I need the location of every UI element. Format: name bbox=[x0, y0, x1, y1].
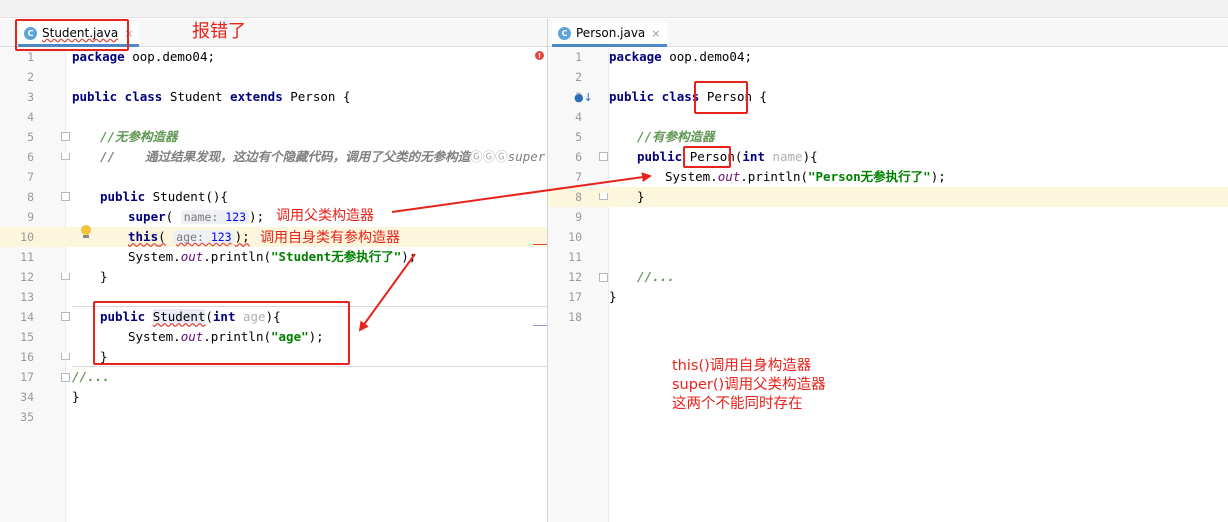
close-icon[interactable]: × bbox=[651, 27, 660, 40]
summary-line-3: 这两个不能同时存在 bbox=[672, 396, 803, 412]
fold-end-icon[interactable] bbox=[61, 353, 70, 360]
code-line: 35 bbox=[20, 410, 34, 424]
window-top-strip bbox=[0, 0, 1228, 18]
warning-stripe bbox=[533, 325, 547, 326]
fold-icon[interactable] bbox=[61, 312, 70, 321]
annotation-error: 报错了 bbox=[192, 21, 246, 42]
lightbulb-icon[interactable] bbox=[80, 225, 92, 239]
tab-student-java[interactable]: C Student.java × bbox=[18, 22, 140, 47]
annotation-summary: this()调用自身构造器 super()调用父类构造器 这两个不能同时存在 bbox=[672, 357, 826, 414]
tab-label: Student.java bbox=[42, 26, 119, 40]
code-line: 4 bbox=[575, 110, 582, 124]
code-line: 2 bbox=[575, 70, 582, 84]
tab-label: Person.java bbox=[576, 26, 646, 40]
fold-icon[interactable] bbox=[61, 192, 70, 201]
param-hint: age: 123 bbox=[173, 230, 235, 244]
implemented-by-icon[interactable]: ●↓ bbox=[574, 91, 593, 104]
code-line: 11 System.out.println("Student无参执行了"); bbox=[20, 249, 417, 264]
method-separator bbox=[72, 366, 547, 367]
code-line: 16} bbox=[20, 349, 108, 364]
fold-end-icon[interactable] bbox=[599, 193, 608, 200]
fold-icon[interactable] bbox=[61, 373, 70, 382]
tab-person-java[interactable]: C Person.java × bbox=[552, 22, 667, 47]
code-line: 10 bbox=[568, 230, 582, 244]
editor-pane-person[interactable]: C Person.java × 1 package oop.demo04; 2 3… bbox=[548, 19, 1228, 522]
summary-line-2: super()调用父类构造器 bbox=[672, 377, 826, 393]
summary-line-1: this()调用自身构造器 bbox=[672, 358, 812, 374]
code-line: 12} bbox=[20, 269, 108, 284]
code-line: 7 System.out.println("Person无参执行了"); bbox=[575, 169, 946, 184]
annotation-call-super: 调用父类构造器 bbox=[276, 208, 374, 224]
code-area-left[interactable]: 1 package oop.demo04; 2 3 public class Stu… bbox=[0, 47, 547, 522]
code-line: 17//... bbox=[20, 369, 110, 384]
code-line: 5//无参构造器 bbox=[27, 129, 178, 144]
tab-bar-right: C Person.java × bbox=[548, 19, 1228, 47]
class-c-icon: C bbox=[558, 26, 571, 40]
code-line: 3 public class Student extends Person { bbox=[27, 89, 351, 104]
code-line: 18 bbox=[568, 310, 582, 324]
fold-icon[interactable] bbox=[61, 132, 70, 141]
code-line: 1 package oop.demo04; bbox=[27, 49, 215, 64]
close-icon[interactable]: × bbox=[124, 27, 133, 40]
code-line: 9 bbox=[575, 210, 582, 224]
code-line: 1 package oop.demo04; bbox=[575, 49, 752, 64]
code-line: 8 public Student(){ bbox=[27, 189, 228, 204]
fold-end-icon[interactable] bbox=[61, 153, 70, 160]
code-line: 9 super( name: 123); bbox=[27, 209, 265, 224]
fold-icon[interactable] bbox=[599, 273, 608, 282]
fold-end-icon[interactable] bbox=[61, 273, 70, 280]
fold-icon[interactable] bbox=[599, 152, 608, 161]
tab-bar-left: C Student.java × bbox=[0, 19, 547, 47]
error-indicator-icon[interactable]: ! bbox=[535, 51, 544, 60]
code-line: 3 public class Person { bbox=[575, 89, 768, 104]
annotation-call-self: 调用自身类有参构造器 bbox=[260, 230, 400, 246]
code-line: 13 bbox=[20, 290, 34, 304]
code-line: 11 bbox=[568, 250, 582, 264]
method-separator bbox=[72, 306, 547, 307]
code-line: 15 System.out.println("age"); bbox=[20, 329, 324, 344]
code-line: 17} bbox=[568, 289, 617, 304]
editor-pane-student[interactable]: C Student.java × 1 package oop.demo04; 2 … bbox=[0, 19, 547, 522]
code-line: 12//... bbox=[568, 269, 675, 284]
code-line: 4 bbox=[27, 110, 34, 124]
error-stripe bbox=[533, 244, 547, 245]
code-line: 6// 通过结果发现，这边有个隐藏代码，调用了父类的无参构造ⒼⒼⒼsuper bbox=[27, 149, 546, 164]
code-line: 14 public Student(int age){ bbox=[20, 309, 281, 324]
code-line: 6 public Person(int name){ bbox=[575, 149, 818, 164]
code-line: 7 bbox=[27, 170, 34, 184]
code-line-current: 8} bbox=[548, 187, 1228, 207]
code-area-right[interactable]: 1 package oop.demo04; 2 3 public class Per… bbox=[548, 47, 1228, 522]
code-line: 2 bbox=[27, 70, 34, 84]
param-hint: name: 123 bbox=[180, 210, 250, 224]
code-line: 5//有参构造器 bbox=[575, 129, 715, 144]
class-c-icon: C bbox=[24, 26, 37, 40]
code-line: 34} bbox=[20, 389, 80, 404]
